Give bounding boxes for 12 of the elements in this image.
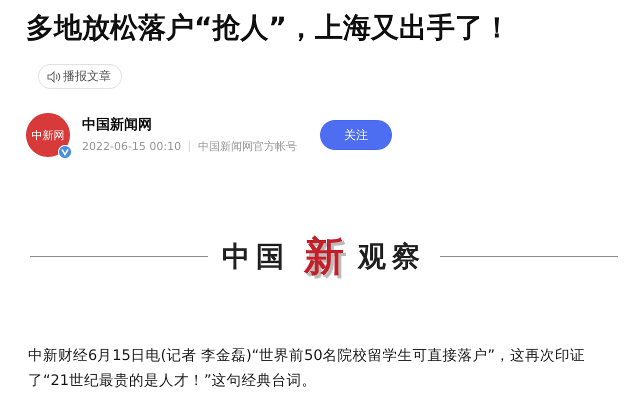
banner-emblem: 新 [304,232,344,282]
article-headline: 多地放松落户“抢人”，上海又出手了！ [26,10,512,46]
publisher-logo[interactable]: 中新网 [26,113,70,157]
read-aloud-button[interactable]: 播报文章 [38,64,122,89]
banner-text: 观察 [358,238,426,274]
article-paragraph: 中新财经6月15日电(记者 李金磊)“世界前50名院校留学生可直接落户”，这再次印证了“21世纪最贵的是人才！”这句经典台词。 [28,346,586,391]
banner-text: 中国 [222,238,290,274]
speaker-icon [47,70,61,82]
publisher-name[interactable]: 中国新闻网 [82,116,320,134]
publish-date: 2022-06-15 00:10 [82,140,182,153]
follow-button[interactable]: 关注 [320,120,392,150]
account-label: 中国新闻网官方帐号 [198,139,298,154]
